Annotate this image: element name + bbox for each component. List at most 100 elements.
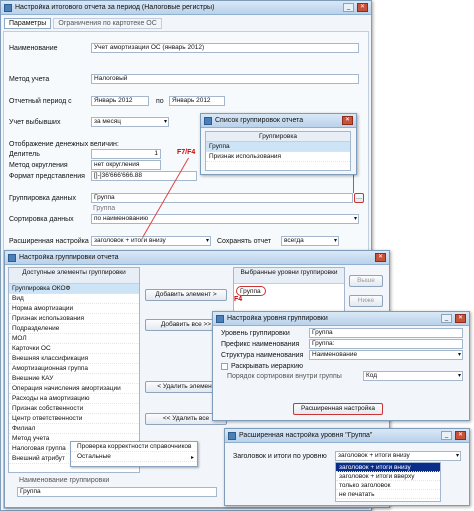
- structure-label: Структура наименования: [221, 352, 304, 359]
- list-item[interactable]: Расходы на амортизацию: [9, 394, 139, 404]
- available-header: Доступные элементы группировки: [9, 268, 139, 284]
- divider-label: Делитель: [9, 151, 40, 158]
- level-settings-window: Настройка уровня группировки _ ✕ Уровень г…: [212, 311, 470, 421]
- list-item[interactable]: Филиал: [9, 424, 139, 434]
- structure-select[interactable]: Наименование: [309, 350, 463, 360]
- ext-settings-window: Расширенная настройка уровня "Группа" _ ✕ …: [224, 428, 470, 506]
- popup-title: Список группировок отчета: [215, 117, 304, 124]
- sort-label: Сортировка данных: [9, 216, 74, 223]
- ext-min-button[interactable]: _: [441, 431, 452, 440]
- arrow-popup: [353, 175, 354, 193]
- entries-label: Учет выбывших: [9, 119, 61, 126]
- ext-close-icon[interactable]: ✕: [455, 431, 466, 440]
- tab-restrictions[interactable]: Ограничения по картотеке ОС: [53, 18, 162, 29]
- menu-item-others[interactable]: Остальные: [71, 452, 197, 462]
- list-item[interactable]: Признак собственности: [9, 404, 139, 414]
- ext-select[interactable]: заголовок + итоги внизу: [91, 236, 211, 246]
- save-label: Сохранять отчет: [217, 238, 272, 245]
- ext-settings-button[interactable]: Расширенная настройка: [293, 403, 383, 415]
- list-item[interactable]: Центр ответственности: [9, 414, 139, 424]
- grouping-ellipsis-button[interactable]: …: [354, 193, 364, 203]
- group-icon: [8, 253, 16, 262]
- level-icon: [216, 314, 224, 323]
- list-item[interactable]: Подразделение: [9, 324, 139, 334]
- entries-select[interactable]: за месяц: [91, 117, 169, 127]
- list-item[interactable]: Вид: [9, 294, 139, 304]
- f7f4-annotation: F7/F4: [177, 149, 196, 156]
- list-item[interactable]: Карточки ОС: [9, 344, 139, 354]
- list-item[interactable]: Операция начисления амортизации: [9, 384, 139, 394]
- hide-checkbox[interactable]: [221, 363, 228, 370]
- divider-input[interactable]: 1: [91, 149, 161, 159]
- group-titlebar[interactable]: Настройка группировки отчета ✕: [5, 251, 389, 265]
- name-label: Наименование: [9, 45, 58, 52]
- add-element-button[interactable]: Добавить элемент >: [145, 289, 227, 301]
- list-item[interactable]: МОЛ: [9, 334, 139, 344]
- selected-header: Выбранные уровни группировки: [234, 268, 344, 284]
- level-titlebar[interactable]: Настройка уровня группировки _ ✕: [213, 312, 469, 326]
- period-from-input[interactable]: Январь 2012: [91, 96, 149, 106]
- sort-select[interactable]: по наименованию: [91, 214, 359, 224]
- ext-options-list[interactable]: заголовок + итоги внизу заголовок + итог…: [335, 462, 441, 502]
- level-input[interactable]: Группа: [309, 328, 463, 338]
- period-to-input[interactable]: Январь 2012: [169, 96, 225, 106]
- list-item[interactable]: не печатать: [336, 490, 440, 499]
- list-item[interactable]: заголовок + итоги внизу: [336, 463, 440, 472]
- level-sort-select[interactable]: Код: [363, 371, 463, 381]
- up-button[interactable]: Выше: [349, 275, 383, 287]
- ext-label: Расширенная настройка: [9, 238, 89, 245]
- down-button[interactable]: Ниже: [349, 295, 383, 307]
- group-name-label: Наименование группировки: [19, 477, 110, 484]
- name-input[interactable]: Учет амортизации ОС (январь 2012): [91, 43, 359, 53]
- list-item[interactable]: Амортизационная группа: [9, 364, 139, 374]
- list-item[interactable]: Норма амортизации: [9, 304, 139, 314]
- ext-title: Расширенная настройка уровня "Группа": [239, 432, 373, 439]
- level-title: Настройка уровня группировки: [227, 315, 328, 322]
- group-name-input[interactable]: Группа: [17, 487, 217, 497]
- group-close-icon[interactable]: ✕: [375, 253, 386, 262]
- main-title: Настройка итогового отчета за период (На…: [15, 4, 215, 11]
- list-item[interactable]: заголовок + итоги вверху: [336, 472, 440, 481]
- prefix-input[interactable]: Группа:: [309, 339, 463, 349]
- group-title: Настройка группировки отчета: [19, 254, 119, 261]
- context-menu: Проверка корректности справочников Остал…: [70, 441, 198, 467]
- list-item[interactable]: Признак использования: [206, 152, 350, 162]
- grouping-label: Группировка данных: [9, 195, 77, 202]
- selected-list[interactable]: Выбранные уровни группировки Группа: [233, 267, 345, 317]
- period-to-label: по: [156, 98, 164, 105]
- period-label: Отчетный период с: [9, 98, 72, 105]
- rounding-label: Метод округления: [9, 162, 68, 169]
- ext-icon: [228, 431, 236, 440]
- popup-close-icon[interactable]: ✕: [342, 116, 353, 125]
- level-close-icon[interactable]: ✕: [455, 314, 466, 323]
- format-input[interactable]: []-]36'666'666.88: [91, 171, 197, 181]
- grouping-input[interactable]: Группа: [91, 193, 353, 203]
- list-item[interactable]: Группа: [236, 286, 266, 296]
- list-item[interactable]: Группа: [206, 142, 350, 152]
- popup-titlebar[interactable]: Список группировок отчета ✕: [201, 114, 356, 128]
- submenu-arrow-icon: ▸: [190, 455, 194, 461]
- money-label: Отображение денежных величин:: [9, 141, 119, 148]
- ext-titlebar[interactable]: Расширенная настройка уровня "Группа" _ ✕: [225, 429, 469, 443]
- method-input[interactable]: Налоговый: [91, 74, 359, 84]
- menu-item-check[interactable]: Проверка корректности справочников: [71, 442, 197, 452]
- prefix-label: Префикс наименования: [221, 341, 300, 348]
- list-item[interactable]: Признак использования: [9, 314, 139, 324]
- ext-level-label: Заголовок и итоги по уровню: [233, 453, 327, 460]
- list-item[interactable]: Группировка ОКОФ: [9, 284, 139, 294]
- level-min-button[interactable]: _: [441, 314, 452, 323]
- save-select[interactable]: всегда: [281, 236, 339, 246]
- close-icon[interactable]: ✕: [357, 3, 368, 12]
- rounding-input[interactable]: нет округления: [91, 160, 161, 170]
- popup-list-window: Список группировок отчета ✕ Группировка Г…: [200, 113, 357, 175]
- app-icon: [4, 3, 12, 12]
- main-titlebar[interactable]: Настройка итогового отчета за период (На…: [1, 1, 371, 15]
- hide-label: Раскрывать иерархию: [231, 363, 304, 370]
- ext-level-select[interactable]: заголовок + итоги внизу: [335, 451, 461, 461]
- list-item[interactable]: Внешние КАУ: [9, 374, 139, 384]
- minimize-button[interactable]: _: [343, 3, 354, 12]
- list-item[interactable]: только заголовок: [336, 481, 440, 490]
- format-label: Формат представления: [9, 173, 85, 180]
- list-item[interactable]: Внешняя классификация: [9, 354, 139, 364]
- tab-parameters[interactable]: Параметры: [4, 18, 52, 29]
